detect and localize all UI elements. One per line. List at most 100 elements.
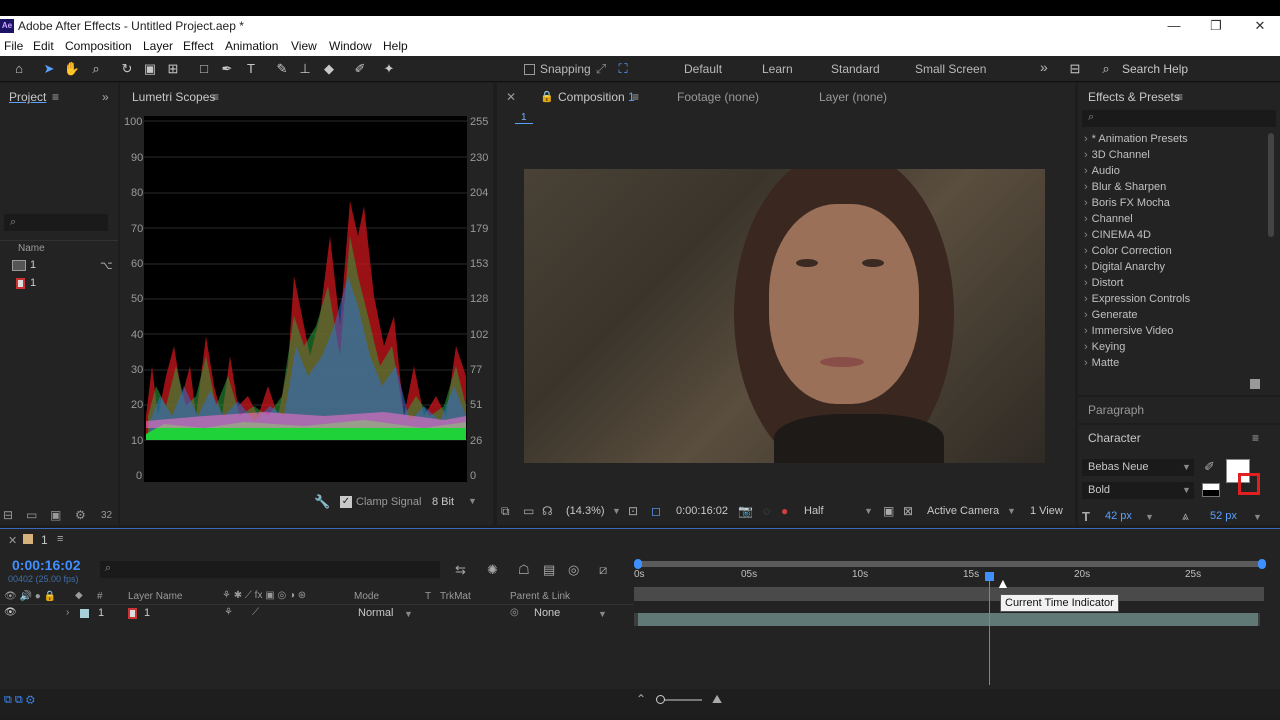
close-button[interactable]: ✕ [1238, 16, 1280, 36]
font-size-value[interactable]: 42 px [1105, 510, 1132, 522]
work-area-bar[interactable] [634, 561, 1264, 567]
draft-3d-icon[interactable]: ✺ [487, 562, 498, 578]
sync-settings-icon[interactable]: ⊟ [1066, 60, 1084, 78]
zoom-tool-icon[interactable]: ⌕ [87, 60, 105, 78]
tab-character[interactable]: Character [1088, 431, 1141, 445]
interpret-footage-icon[interactable]: ⊟ [3, 508, 13, 522]
layer-switches-toggle-icon[interactable]: ⧉ ⧉ ⚙ [4, 694, 35, 707]
project-menu-icon[interactable]: ≡ [52, 90, 59, 104]
snapping-checkbox[interactable] [524, 64, 535, 75]
project-item[interactable]: 1 [30, 277, 36, 289]
flowchart-icon[interactable]: ⌥ [100, 259, 113, 272]
effect-category[interactable]: › * Animation Presets [1084, 133, 1188, 145]
camera-tool-icon[interactable]: ▣ [141, 60, 159, 78]
pen-tool-icon[interactable]: ✒ [218, 60, 236, 78]
work-area-start-handle[interactable] [634, 559, 642, 569]
tab-effects-presets[interactable]: Effects & Presets [1088, 90, 1180, 104]
clamp-signal-checkbox[interactable]: ✓ [340, 496, 352, 508]
tab-composition[interactable]: Composition 1 [558, 90, 635, 104]
brush-tool-icon[interactable]: ✎ [273, 60, 291, 78]
composition-menu-icon[interactable]: ≡ [632, 90, 639, 104]
search-help-input[interactable]: Search Help [1122, 62, 1188, 76]
effect-category[interactable]: › Distort [1084, 277, 1123, 289]
effect-category[interactable]: › Keying [1084, 341, 1125, 353]
menu-edit[interactable]: Edit [33, 39, 54, 53]
new-folder-icon[interactable] [1250, 379, 1260, 389]
tab-lumetri-scopes[interactable]: Lumetri Scopes [132, 90, 215, 104]
effect-category[interactable]: › CINEMA 4D [1084, 229, 1151, 241]
visibility-eye-icon[interactable]: 👁 [4, 607, 17, 618]
pickwhip-icon[interactable]: ◎ [510, 607, 519, 618]
layer-label-color[interactable] [80, 609, 89, 618]
eraser-tool-icon[interactable]: ◆ [320, 60, 338, 78]
rectangle-tool-icon[interactable]: □ [195, 60, 213, 78]
frame-blending-icon[interactable]: ▤ [543, 562, 555, 578]
timeline-menu-icon[interactable]: ≡ [57, 533, 63, 545]
chevron-down-icon[interactable]: ▼ [1145, 512, 1154, 522]
graph-editor-icon[interactable]: ⧄ [599, 562, 607, 578]
toggle-transparency-icon[interactable]: ⊠ [903, 504, 913, 518]
effect-category[interactable]: › Boris FX Mocha [1084, 197, 1170, 209]
effect-category[interactable]: › 3D Channel [1084, 149, 1150, 161]
eyedropper-icon[interactable]: ✐ [1204, 459, 1215, 475]
minimize-button[interactable]: — [1152, 16, 1196, 36]
timeline-current-time[interactable]: 0:00:16:02 [12, 557, 81, 573]
effects-scrollbar[interactable] [1268, 133, 1274, 237]
effects-search-input[interactable]: ⌕ [1082, 110, 1276, 127]
font-family-dropdown[interactable]: Bebas Neue ▼ [1082, 459, 1194, 476]
layer-mode-dropdown[interactable]: Normal [358, 607, 393, 619]
camera-view-dropdown[interactable]: Active Camera [927, 505, 999, 517]
zoom-out-icon[interactable]: ⌃ [636, 692, 646, 706]
composition-mini-flowchart-icon[interactable]: ⇆ [455, 562, 466, 578]
mask-visibility-icon[interactable]: ☊ [542, 504, 553, 518]
magnification-dropdown[interactable]: (14.3%) [566, 505, 605, 517]
tab-project[interactable]: Project [9, 90, 46, 104]
effect-category[interactable]: › Digital Anarchy [1084, 261, 1165, 273]
menu-view[interactable]: View [291, 39, 317, 53]
effect-category[interactable]: › Audio [1084, 165, 1120, 177]
new-folder-icon[interactable]: ▭ [26, 508, 37, 522]
menu-file[interactable]: File [4, 39, 23, 53]
project-search-input[interactable]: ⌕ [4, 214, 108, 231]
rotate-tool-icon[interactable]: ↻ [118, 60, 136, 78]
region-of-interest-icon[interactable]: ▣ [883, 504, 894, 518]
roto-brush-tool-icon[interactable]: ✐ [351, 60, 369, 78]
stroke-color-swatch[interactable] [1238, 473, 1260, 495]
timeline-zoom-handle[interactable] [656, 695, 665, 704]
safe-margins-icon[interactable]: ⊡ [628, 504, 638, 518]
effect-category[interactable]: › Channel [1084, 213, 1133, 225]
workspace-learn[interactable]: Learn [762, 62, 793, 76]
effect-category[interactable]: › Matte [1084, 357, 1119, 369]
tab-timeline-composition[interactable]: 1 [41, 533, 48, 547]
quality-switch-icon[interactable]: ⟋ [252, 607, 259, 618]
effect-category[interactable]: › Blur & Sharpen [1084, 181, 1166, 193]
snap-edges-icon[interactable]: ⤢ [592, 60, 610, 78]
hand-tool-icon[interactable]: ✋ [63, 60, 81, 78]
layer-name[interactable]: 1 [144, 607, 150, 619]
bit-depth-dropdown[interactable]: 8 Bit [432, 496, 454, 508]
selection-tool-icon[interactable]: ➤ [40, 60, 58, 78]
new-composition-icon[interactable]: ▣ [50, 508, 61, 522]
motion-blur-icon[interactable]: ◎ [568, 562, 579, 578]
project-settings-icon[interactable]: ⚙ [75, 508, 86, 522]
expand-icon[interactable]: » [102, 90, 109, 104]
type-tool-icon[interactable]: T [242, 60, 260, 78]
resolution-dropdown[interactable]: Half [804, 505, 824, 517]
current-time-indicator[interactable] [985, 572, 994, 581]
expand-layer-icon[interactable]: › [66, 607, 69, 618]
timeline-search-input[interactable]: ⌕ [100, 561, 440, 578]
more-workspaces-button[interactable]: » [1040, 59, 1048, 75]
effects-menu-icon[interactable]: ≡ [1176, 90, 1183, 104]
monitor-icon[interactable]: ▭ [523, 504, 534, 518]
current-time-display[interactable]: 0:00:16:02 [676, 505, 728, 517]
tab-layer[interactable]: Layer (none) [819, 90, 887, 104]
effect-category[interactable]: › Generate [1084, 309, 1138, 321]
home-icon[interactable]: ⌂ [10, 60, 28, 78]
wrench-icon[interactable]: 🔧 [314, 494, 330, 510]
menu-window[interactable]: Window [329, 39, 372, 53]
workspace-standard[interactable]: Standard [831, 62, 880, 76]
close-tab-icon[interactable]: ✕ [506, 90, 516, 104]
menu-effect[interactable]: Effect [183, 39, 213, 53]
character-menu-icon[interactable]: ≡ [1252, 431, 1259, 445]
work-area-band[interactable] [634, 587, 1264, 601]
